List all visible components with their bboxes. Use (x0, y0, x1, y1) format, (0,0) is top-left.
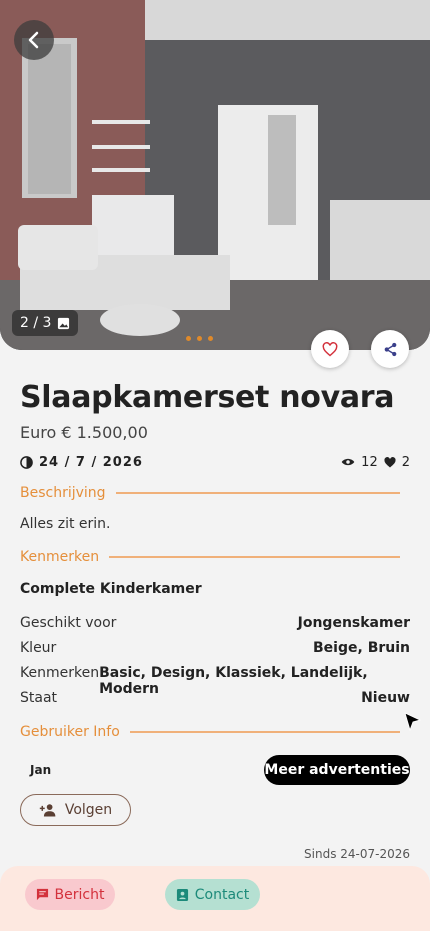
clock-icon (20, 455, 33, 469)
section-features-title: Kenmerken (20, 549, 100, 565)
message-button[interactable]: Bericht (25, 879, 115, 910)
spec-value: Beige, Bruin (313, 640, 410, 656)
user-name[interactable]: Jan (30, 763, 51, 777)
spec-value: Jongenskamer (297, 615, 410, 631)
description-text: Alles zit erin. (20, 516, 111, 532)
share-icon (384, 342, 396, 356)
carousel-dot[interactable] (208, 336, 213, 341)
carousel-dot[interactable] (186, 336, 191, 341)
contact-button[interactable]: Contact (165, 879, 260, 910)
favorite-button[interactable] (311, 330, 349, 368)
cursor-icon (404, 712, 422, 732)
spec-row: Kleur Beige, Bruin (20, 640, 410, 656)
carousel-dot[interactable] (197, 336, 202, 341)
image-counter-label: 2 / 3 (20, 315, 52, 331)
section-divider (115, 492, 400, 494)
back-button[interactable] (14, 20, 54, 60)
spec-key: Kleur (20, 640, 57, 656)
listing-photo[interactable]: 2 / 3 (0, 0, 430, 350)
eye-icon (341, 458, 355, 466)
heart-filled-icon (384, 456, 396, 467)
listing-price: Euro € 1.500,00 (20, 423, 148, 442)
spec-row: Staat Nieuw (20, 690, 410, 706)
section-user-info-title: Gebruiker Info (20, 724, 120, 740)
listing-meta: 24 / 7 / 2026 12 2 (20, 453, 410, 471)
follow-button[interactable]: Volgen (20, 794, 131, 826)
spec-key: Staat (20, 690, 58, 706)
message-label: Bericht (54, 886, 105, 903)
feature-heading: Complete Kinderkamer (20, 581, 202, 597)
share-button[interactable] (371, 330, 409, 368)
spec-row: Geschikt voor Jongenskamer (20, 615, 410, 631)
carousel-dots (186, 336, 213, 341)
member-since: Sinds 24-07-2026 (304, 847, 410, 861)
back-arrow-icon (28, 31, 39, 49)
image-counter: 2 / 3 (12, 310, 79, 336)
section-description-title: Beschrijving (20, 485, 106, 501)
contact-icon (176, 888, 188, 901)
bedroom-photo-illustration (0, 0, 430, 350)
more-ads-button[interactable]: Meer advertenties (264, 755, 410, 785)
section-divider (129, 731, 400, 733)
heart-icon (322, 341, 338, 356)
image-icon (58, 317, 70, 329)
section-description: Beschrijving (20, 485, 400, 501)
spec-key: Geschikt voor (20, 615, 117, 631)
listing-date: 24 / 7 / 2026 (39, 454, 143, 470)
person-add-icon (39, 804, 56, 817)
section-divider (109, 556, 400, 558)
listing-title: Slaapkamerset novara (20, 380, 395, 415)
contact-label: Contact (194, 886, 250, 903)
like-count: 2 (401, 454, 410, 470)
message-icon (36, 888, 48, 901)
view-count: 12 (361, 454, 378, 470)
follow-label: Volgen (64, 802, 113, 818)
spec-value: Nieuw (361, 690, 410, 706)
section-user-info: Gebruiker Info (20, 724, 400, 740)
section-features: Kenmerken (20, 549, 400, 565)
